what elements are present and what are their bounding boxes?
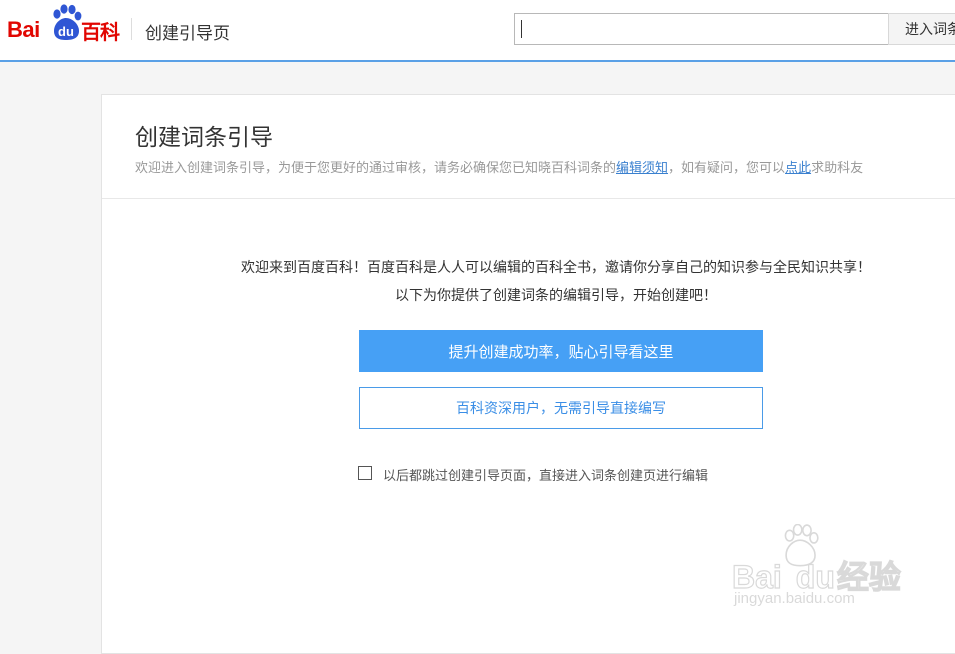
top-header: Bai du 百科 创建引导页 进入词条 — [0, 0, 955, 62]
welcome-text-line2: 以下为你提供了创建词条的编辑引导，开始创建吧！ — [395, 288, 717, 304]
skip-guide-create-button[interactable]: 百科资深用户，无需引导直接编写 — [359, 387, 763, 429]
baidu-baike-logo[interactable]: Bai du 百科 — [7, 4, 120, 44]
watermark-url: jingyan.baidu.com — [734, 590, 855, 607]
description-prefix: 欢迎进入创建词条引导，为便于您更好的通过审核，请务必确保您已知晓百科词条的 — [135, 161, 617, 176]
guided-create-button[interactable]: 提升创建成功率，贴心引导看这里 — [359, 330, 763, 372]
description-middle: ，如有疑问，您可以 — [668, 161, 786, 176]
logo-text-du: du — [58, 24, 74, 39]
description-suffix: 求助科友 — [811, 161, 864, 176]
search-input[interactable] — [514, 13, 889, 45]
panel-divider — [102, 198, 955, 199]
logo-text-bai: Bai — [7, 17, 40, 42]
baidu-jingyan-watermark: Bai du经验 jingyan.baidu.com — [728, 524, 918, 616]
logo-text-baike: 百科 — [81, 20, 120, 44]
skip-guide-checkbox[interactable] — [358, 466, 372, 480]
click-here-link[interactable]: 点此 — [785, 161, 811, 176]
header-divider — [131, 18, 132, 40]
panel-title: 创建词条引导 — [135, 125, 273, 151]
welcome-text-line1: 欢迎来到百度百科！百度百科是人人可以编辑的百科全书，邀请你分享自己的知识参与全民… — [241, 260, 871, 276]
panel-description: 欢迎进入创建词条引导，为便于您更好的通过审核，请务必确保您已知晓百科词条的编辑须… — [135, 157, 863, 176]
edit-guidelines-link[interactable]: 编辑须知 — [616, 161, 668, 176]
skip-guide-label[interactable]: 以后都跳过创建引导页面，直接进入词条创建页进行编辑 — [383, 465, 708, 484]
page-title: 创建引导页 — [145, 24, 230, 44]
text-cursor — [521, 20, 522, 38]
enter-entry-button[interactable]: 进入词条 — [888, 13, 955, 45]
